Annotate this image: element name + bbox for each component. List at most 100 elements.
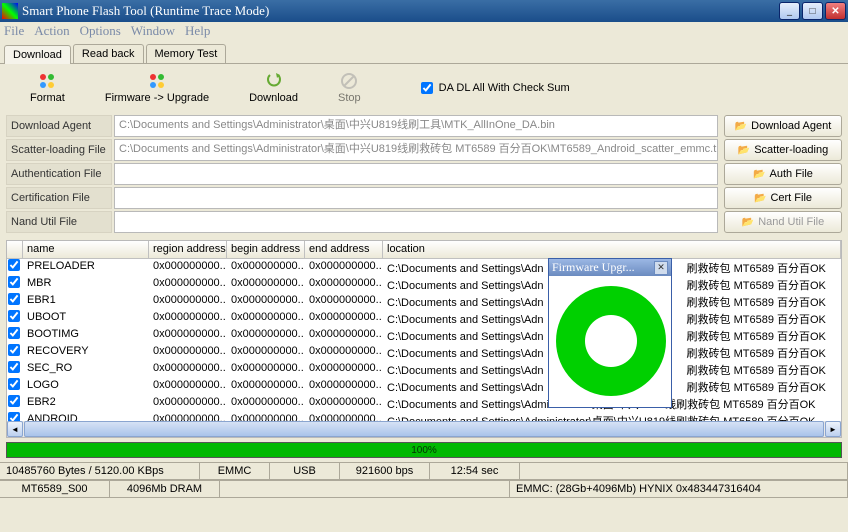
cert-button[interactable]: 📂Cert File	[724, 187, 842, 209]
cert-input[interactable]	[114, 187, 718, 209]
format-button[interactable]: Format	[30, 72, 65, 104]
status-time: 12:54 sec	[430, 463, 520, 479]
scatter-label: Scatter-loading File	[6, 139, 112, 161]
row-checkbox[interactable]	[7, 327, 23, 344]
col-check[interactable]	[7, 241, 23, 258]
scatter-button[interactable]: 📂Scatter-loading	[724, 139, 842, 161]
row-begin: 0x000000000...	[227, 293, 305, 310]
toolbar: Format Firmware -> Upgrade Download Stop…	[0, 64, 848, 112]
da-input[interactable]: C:\Documents and Settings\Administrator\…	[114, 115, 718, 137]
upgrade-button[interactable]: Firmware -> Upgrade	[105, 72, 209, 104]
tab-readback[interactable]: Read back	[73, 44, 144, 63]
popup-body	[549, 276, 671, 406]
file-row-da: Download Agent C:\Documents and Settings…	[6, 114, 842, 138]
row-begin: 0x000000000...	[227, 259, 305, 276]
scroll-left-icon[interactable]: ◄	[7, 421, 23, 437]
table-body: PRELOADER0x000000000...0x000000000...0x0…	[7, 259, 841, 437]
table-row[interactable]: RECOVERY0x000000000...0x000000000...0x00…	[7, 344, 841, 361]
row-begin: 0x000000000...	[227, 344, 305, 361]
row-checkbox[interactable]	[7, 344, 23, 361]
row-name: UBOOT	[23, 310, 149, 327]
scroll-thumb[interactable]	[24, 421, 824, 437]
table-row[interactable]: BOOTIMG0x000000000...0x000000000...0x000…	[7, 327, 841, 344]
stop-button[interactable]: Stop	[338, 72, 361, 104]
table-row[interactable]: PRELOADER0x000000000...0x000000000...0x0…	[7, 259, 841, 276]
row-checkbox[interactable]	[7, 293, 23, 310]
close-button[interactable]: ✕	[825, 2, 846, 20]
popup-close-button[interactable]: ✕	[654, 261, 668, 275]
nand-label: Nand Util File	[6, 211, 112, 233]
row-begin: 0x000000000...	[227, 378, 305, 395]
file-row-cert: Certification File 📂Cert File	[6, 186, 842, 210]
cert-label: Certification File	[6, 187, 112, 209]
row-begin: 0x000000000...	[227, 276, 305, 293]
row-region: 0x000000000...	[149, 276, 227, 293]
da-button[interactable]: 📂Download Agent	[724, 115, 842, 137]
tab-memorytest[interactable]: Memory Test	[146, 44, 227, 63]
stop-label: Stop	[338, 92, 361, 104]
row-begin: 0x000000000...	[227, 327, 305, 344]
col-region[interactable]: region address	[149, 241, 227, 258]
file-row-nand: Nand Util File 📂Nand Util File	[6, 210, 842, 234]
row-checkbox[interactable]	[7, 361, 23, 378]
table-row[interactable]: MBR0x000000000...0x000000000...0x0000000…	[7, 276, 841, 293]
firmware-popup: Firmware Upgr... ✕	[548, 258, 672, 408]
minimize-button[interactable]: _	[779, 2, 800, 20]
menu-window[interactable]: Window	[131, 23, 175, 39]
table-row[interactable]: EBR10x000000000...0x000000000...0x000000…	[7, 293, 841, 310]
maximize-button[interactable]: □	[802, 2, 823, 20]
auth-input[interactable]	[114, 163, 718, 185]
row-end: 0x000000000...	[305, 361, 383, 378]
row-end: 0x000000000...	[305, 276, 383, 293]
col-name[interactable]: name	[23, 241, 149, 258]
download-button[interactable]: Download	[249, 72, 298, 104]
folder-icon: 📂	[754, 193, 766, 204]
success-ring-icon	[549, 279, 671, 403]
row-end: 0x000000000...	[305, 344, 383, 361]
table-row[interactable]: EBR20x000000000...0x000000000...0x000000…	[7, 395, 841, 412]
menu-action[interactable]: Action	[34, 23, 69, 39]
format-icon	[38, 72, 56, 90]
auth-button[interactable]: 📂Auth File	[724, 163, 842, 185]
checksum-input[interactable]	[421, 82, 433, 94]
menu-help[interactable]: Help	[185, 23, 210, 39]
folder-icon: 📂	[742, 217, 754, 228]
titlebar: Smart Phone Flash Tool (Runtime Trace Mo…	[0, 0, 848, 22]
status-row-2: MT6589_S00 4096Mb DRAM EMMC: (28Gb+4096M…	[0, 480, 848, 498]
stop-icon	[340, 72, 358, 90]
table-row[interactable]: UBOOT0x000000000...0x000000000...0x00000…	[7, 310, 841, 327]
checksum-checkbox[interactable]: DA DL All With Check Sum	[421, 82, 570, 94]
scroll-right-icon[interactable]: ►	[825, 421, 841, 437]
status-bps: 921600 bps	[340, 463, 430, 479]
nand-input[interactable]	[114, 211, 718, 233]
row-name: EBR2	[23, 395, 149, 412]
row-checkbox[interactable]	[7, 310, 23, 327]
row-checkbox[interactable]	[7, 395, 23, 412]
row-region: 0x000000000...	[149, 327, 227, 344]
row-name: SEC_RO	[23, 361, 149, 378]
col-end[interactable]: end address	[305, 241, 383, 258]
row-checkbox[interactable]	[7, 378, 23, 395]
table-row[interactable]: SEC_RO0x000000000...0x000000000...0x0000…	[7, 361, 841, 378]
row-end: 0x000000000...	[305, 293, 383, 310]
menu-options[interactable]: Options	[80, 23, 121, 39]
row-name: MBR	[23, 276, 149, 293]
row-checkbox[interactable]	[7, 276, 23, 293]
col-location[interactable]: location	[383, 241, 841, 258]
popup-titlebar[interactable]: Firmware Upgr... ✕	[549, 259, 671, 276]
status-empty2	[220, 481, 510, 497]
nand-button[interactable]: 📂Nand Util File	[724, 211, 842, 233]
row-checkbox[interactable]	[7, 259, 23, 276]
tab-download[interactable]: Download	[4, 45, 71, 64]
table-header: name region address begin address end ad…	[7, 241, 841, 259]
h-scrollbar[interactable]: ◄ ►	[7, 421, 841, 437]
table-row[interactable]: LOGO0x000000000...0x000000000...0x000000…	[7, 378, 841, 395]
scatter-input[interactable]: C:\Documents and Settings\Administrator\…	[114, 139, 718, 161]
file-row-scatter: Scatter-loading File C:\Documents and Se…	[6, 138, 842, 162]
row-name: RECOVERY	[23, 344, 149, 361]
menu-file[interactable]: File	[4, 23, 24, 39]
col-begin[interactable]: begin address	[227, 241, 305, 258]
row-end: 0x000000000...	[305, 395, 383, 412]
popup-title-text: Firmware Upgr...	[552, 260, 635, 275]
status-bus: USB	[270, 463, 340, 479]
